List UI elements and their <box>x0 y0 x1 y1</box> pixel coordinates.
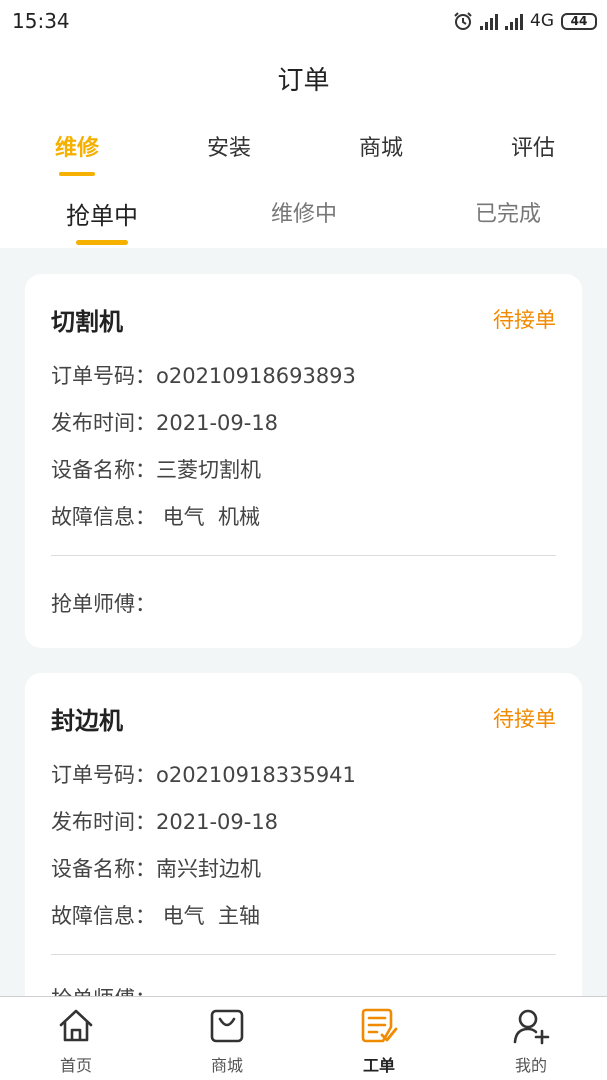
master-label: 抢单师傅： <box>51 592 156 616</box>
add-user-icon <box>513 1009 550 1045</box>
status-icons: 4G 44 <box>453 10 597 32</box>
tab-assessment[interactable]: 评估 <box>483 130 583 162</box>
nav-label: 工单 <box>362 1056 395 1075</box>
fault-info-row: 故障信息： 电气 主轴 <box>51 900 260 930</box>
publish-time-row: 发布时间：2021-09-18 <box>51 806 278 836</box>
order-number-value: o20210918335941 <box>156 763 356 787</box>
subtab-label: 维修中 <box>270 202 337 227</box>
tab-install[interactable]: 安装 <box>179 130 279 162</box>
device-name-value: 南兴封边机 <box>156 857 261 881</box>
order-number-label: 订单号码： <box>51 763 156 787</box>
subtab-in-repair[interactable]: 维修中 <box>244 196 364 228</box>
publish-time-label: 发布时间： <box>51 810 156 834</box>
order-number-value: o20210918693893 <box>156 364 356 388</box>
divider <box>51 555 556 556</box>
alarm-clock-icon <box>454 12 472 30</box>
nav-label: 我的 <box>514 1056 547 1075</box>
header: 订单 维修 安装 商城 评估 抢单中 维修中 已完成 <box>0 44 607 248</box>
device-name-value: 三菱切割机 <box>156 458 261 482</box>
signal-icon <box>505 12 523 30</box>
nav-home[interactable]: 首页 <box>16 997 136 1080</box>
work-order-icon <box>361 1008 398 1043</box>
order-status: 待接单 <box>493 707 556 731</box>
shopping-bag-icon <box>210 1009 244 1043</box>
order-card[interactable]: 切割机 待接单 订单号码：o20210918693893 发布时间：2021-0… <box>25 274 582 648</box>
active-tab-indicator <box>59 172 95 176</box>
signal-icon <box>480 12 498 30</box>
device-name-label: 设备名称： <box>51 458 156 482</box>
tab-label: 维修 <box>54 136 99 161</box>
master-row: 抢单师傅： <box>51 588 156 618</box>
bottom-nav: 首页 商城 工单 我的 <box>0 996 607 1080</box>
tab-repair[interactable]: 维修 <box>27 130 127 176</box>
publish-time-row: 发布时间：2021-09-18 <box>51 407 278 437</box>
nav-label: 首页 <box>59 1056 92 1075</box>
status-bar: 15:34 4G 44 <box>0 0 607 44</box>
subtab-label: 已完成 <box>474 202 541 227</box>
publish-time-value: 2021-09-18 <box>156 411 279 435</box>
order-number-row: 订单号码：o20210918335941 <box>51 759 356 789</box>
network-type: 4G <box>530 11 554 31</box>
fault-info-label: 故障信息： <box>51 904 156 928</box>
status-tabs: 抢单中 维修中 已完成 <box>0 196 607 248</box>
publish-time-value: 2021-09-18 <box>156 810 279 834</box>
tab-label: 评估 <box>510 136 555 161</box>
tab-mall[interactable]: 商城 <box>331 130 431 162</box>
tab-label: 安装 <box>206 136 251 161</box>
device-type: 封边机 <box>51 707 123 735</box>
tab-label: 商城 <box>358 136 403 161</box>
subtab-label: 抢单中 <box>66 202 138 230</box>
page-title: 订单 <box>277 66 330 96</box>
nav-label: 商城 <box>210 1056 243 1075</box>
nav-mine[interactable]: 我的 <box>471 997 591 1080</box>
device-name-row: 设备名称：三菱切割机 <box>51 454 261 484</box>
nav-work-orders[interactable]: 工单 <box>319 997 439 1080</box>
fault-info-row: 故障信息： 电气 机械 <box>51 501 260 531</box>
battery-icon: 44 <box>561 12 597 30</box>
fault-info-value: 电气 主轴 <box>156 904 261 928</box>
order-status: 待接单 <box>493 308 556 332</box>
subtab-completed[interactable]: 已完成 <box>448 196 568 228</box>
order-number-row: 订单号码：o20210918693893 <box>51 360 356 390</box>
publish-time-label: 发布时间： <box>51 411 156 435</box>
home-icon <box>59 1009 93 1042</box>
device-type: 切割机 <box>51 308 123 336</box>
divider <box>51 954 556 955</box>
category-tabs: 维修 安装 商城 评估 <box>0 130 607 180</box>
fault-info-value: 电气 机械 <box>156 505 261 529</box>
status-time: 15:34 <box>12 9 70 33</box>
nav-mall[interactable]: 商城 <box>167 997 287 1080</box>
order-card[interactable]: 封边机 待接单 订单号码：o20210918335941 发布时间：2021-0… <box>25 673 582 1047</box>
fault-info-label: 故障信息： <box>51 505 156 529</box>
order-number-label: 订单号码： <box>51 364 156 388</box>
subtab-grabbing[interactable]: 抢单中 <box>42 196 162 245</box>
device-name-label: 设备名称： <box>51 857 156 881</box>
device-name-row: 设备名称：南兴封边机 <box>51 853 261 883</box>
active-subtab-indicator <box>76 240 128 245</box>
